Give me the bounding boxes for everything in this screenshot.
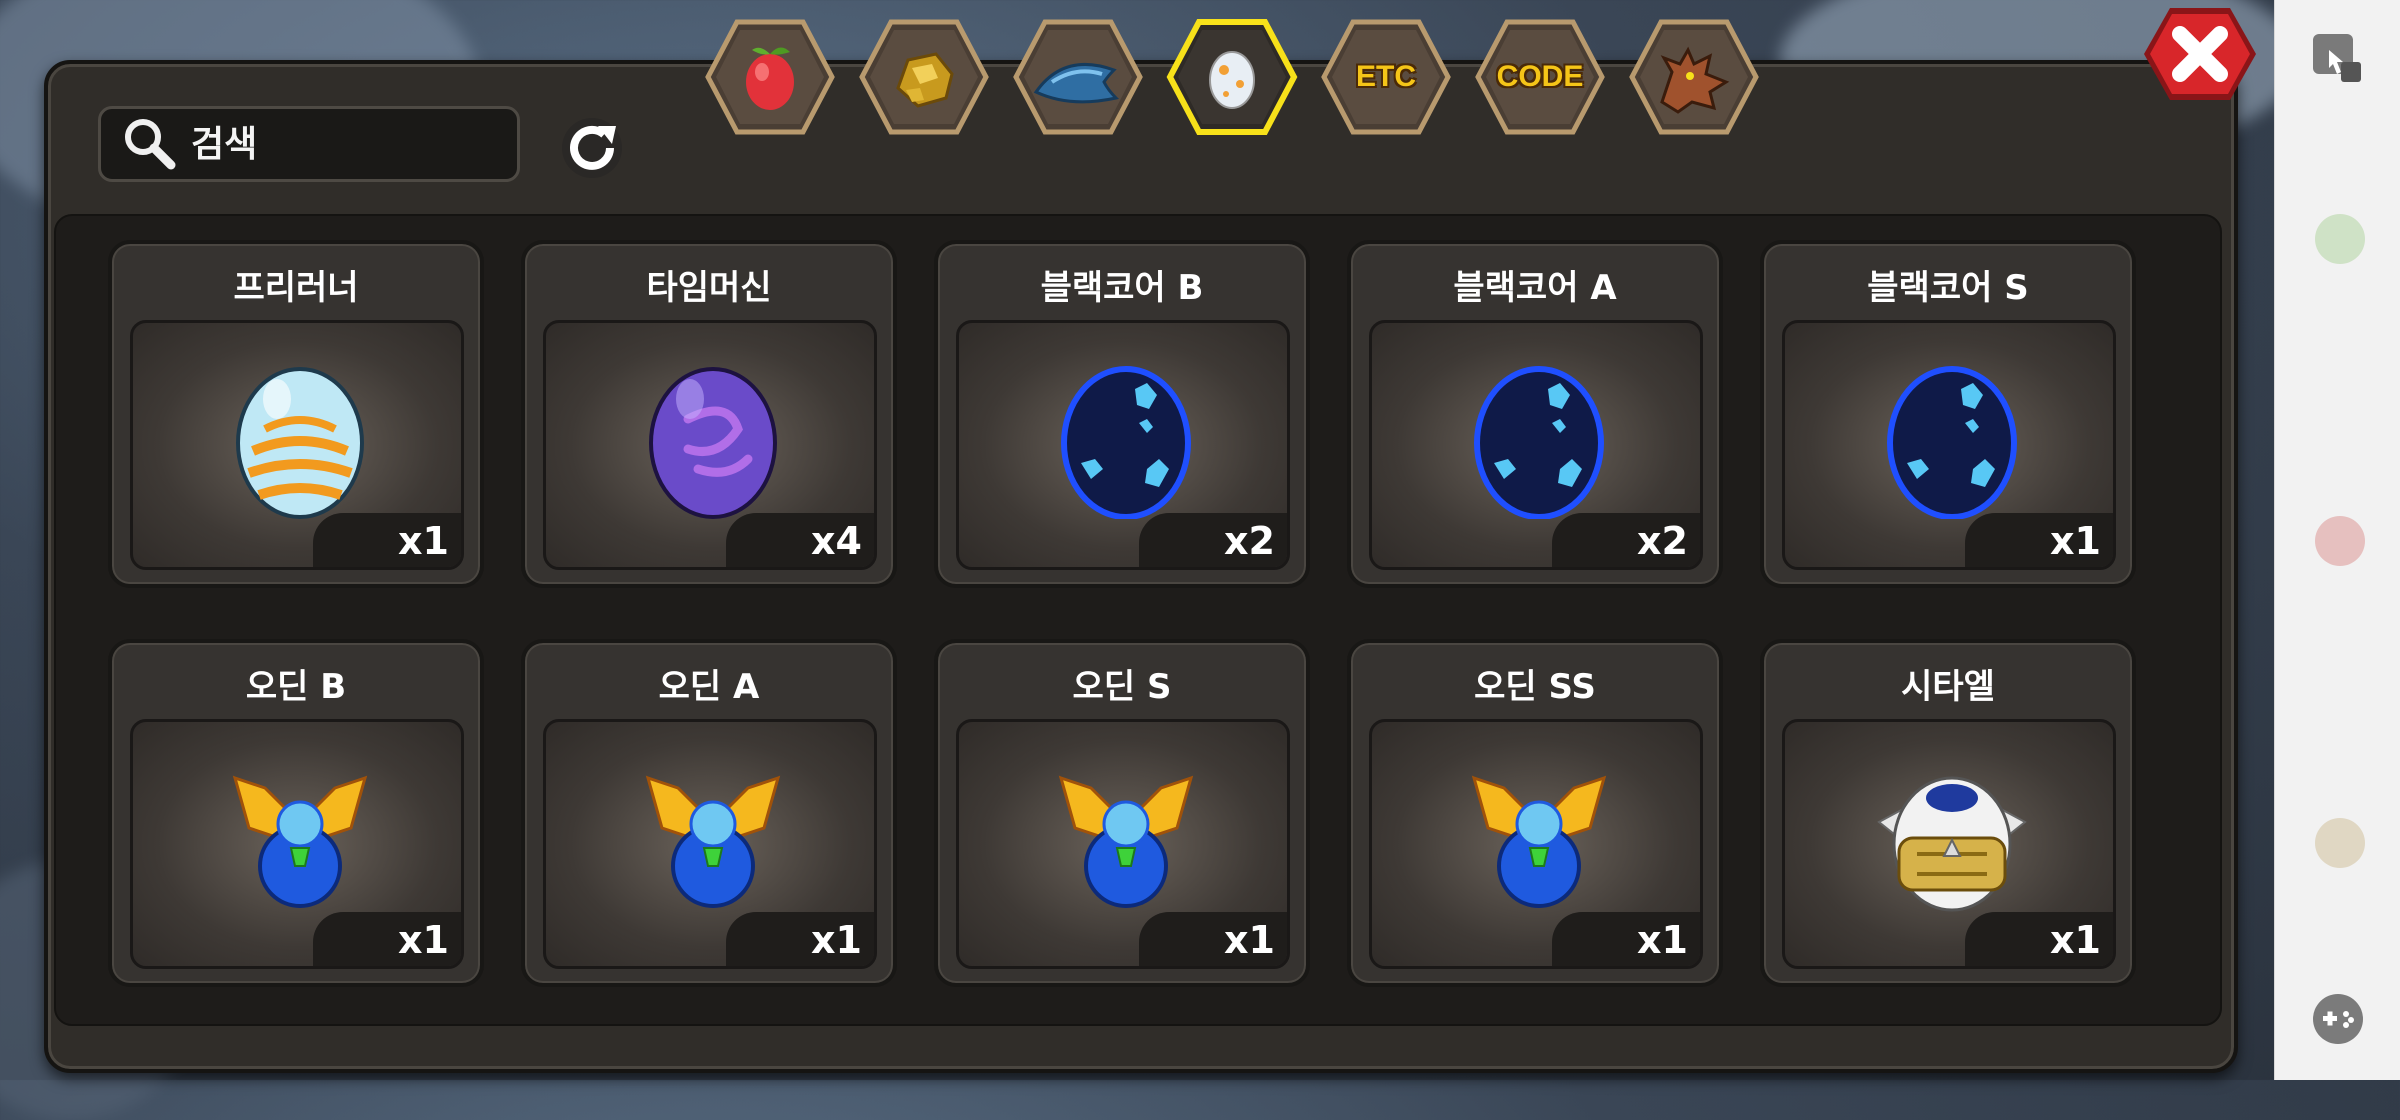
beige-dot[interactable] [2315,818,2365,868]
item-slot: x2 [1369,320,1703,570]
item-slot: x1 [1782,320,2116,570]
tab-dragon[interactable] [1628,18,1760,136]
item-name: 블랙코어 A [1453,268,1617,308]
touch-icon[interactable] [2311,32,2365,86]
search-box[interactable] [98,106,520,182]
gamepad-icon[interactable] [2311,992,2365,1046]
item-quantity: x1 [1139,912,1287,966]
tab-etc[interactable]: ETC [1320,18,1452,136]
item-name: 블랙코어 S [1867,268,2029,308]
item-card[interactable]: 프리러너 x1 [108,240,484,588]
side-toolbar [2274,0,2400,1080]
blackcore-egg-icon [1061,366,1191,519]
timemachine-egg-icon [649,367,777,519]
item-quantity: x1 [1552,912,1700,966]
item-card[interactable]: 오딘 A x1 [521,639,897,987]
item-slot: x1 [1782,719,2116,969]
item-name: 타임머신 [646,268,772,308]
search-input[interactable] [189,122,493,166]
tab-code[interactable]: CODE [1474,18,1606,136]
close-button[interactable] [2142,4,2258,104]
item-card[interactable]: 블랙코어 S x1 [1760,240,2136,588]
item-quantity: x2 [1139,513,1287,567]
search-icon [125,119,176,170]
tab-fish[interactable] [1012,18,1144,136]
item-card[interactable]: 블랙코어 B x2 [934,240,1310,588]
item-quantity: x1 [313,513,461,567]
odin-emblem-icon [1471,775,1607,908]
item-name: 오딘 A [658,667,760,707]
item-slot: x1 [956,719,1290,969]
item-quantity: x1 [1965,513,2113,567]
red-dot[interactable] [2315,516,2365,566]
item-name: 오딘 S [1072,667,1172,707]
item-name: 블랙코어 B [1040,268,1204,308]
item-slot: x1 [130,320,464,570]
egg-icon [1209,51,1255,109]
odin-emblem-icon [1058,775,1194,908]
item-quantity: x1 [726,912,874,966]
item-card[interactable]: 오딘 B x1 [108,639,484,987]
item-slot: x4 [543,320,877,570]
item-name: 프리러너 [233,268,359,308]
green-dot[interactable] [2315,214,2365,264]
item-slot: x1 [543,719,877,969]
item-quantity: x1 [313,912,461,966]
item-card[interactable]: 타임머신 x4 [521,240,897,588]
citael-egg-icon [1877,776,2027,912]
freerunner-egg-icon [236,367,364,519]
tab-ore[interactable] [858,18,990,136]
blackcore-egg-icon [1887,366,2017,519]
tab-fruit[interactable] [704,18,836,136]
item-quantity: x4 [726,513,874,567]
blackcore-egg-icon [1474,366,1604,519]
odin-emblem-icon [645,775,781,908]
odin-emblem-icon [232,775,368,908]
item-name: 오딘 B [245,667,347,707]
item-name: 오딘 SS [1474,667,1596,707]
item-slot: x1 [130,719,464,969]
item-slot: x2 [956,320,1290,570]
item-slot: x1 [1369,719,1703,969]
item-quantity: x2 [1552,513,1700,567]
item-quantity: x1 [1965,912,2113,966]
item-card[interactable]: 오딘 SS x1 [1347,639,1723,987]
item-card[interactable]: 시타엘 x1 [1760,639,2136,987]
item-card[interactable]: 블랙코어 A x2 [1347,240,1723,588]
item-card[interactable]: 오딘 S x1 [934,639,1310,987]
item-name: 시타엘 [1901,667,1995,707]
tab-egg[interactable] [1166,18,1298,136]
refresh-icon[interactable] [552,112,632,182]
